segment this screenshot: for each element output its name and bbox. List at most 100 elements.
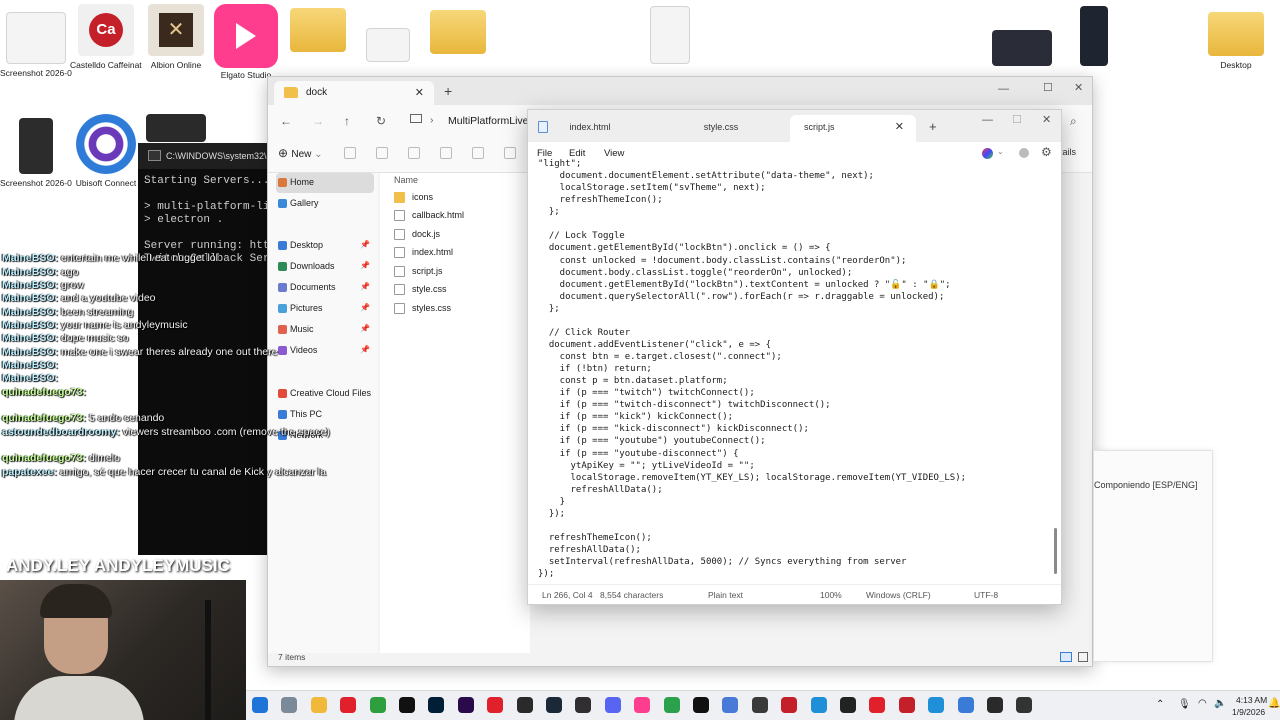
taskbar-start-icon[interactable] [252,697,268,713]
clock-date[interactable]: 1/9/2026 [1232,707,1265,717]
tab-script-js[interactable]: script.js ✕ [790,115,916,142]
folder-icon [394,192,405,203]
taskbar-epic-games-icon[interactable] [516,697,533,713]
notifications-icon[interactable]: 🔔 [1268,698,1280,709]
desktop-icon-albion-online[interactable]: ✕ Albion Online [140,4,212,70]
address-path[interactable]: › MultiPlatformLiveC [404,109,534,133]
chevron-down-icon[interactable]: ⌄ [997,147,1004,156]
screenshot-thumbnail-icon [6,12,66,64]
taskbar-obs-icon[interactable] [575,697,592,713]
share-icon[interactable] [472,147,484,159]
clock-time[interactable]: 4:13 AM [1236,695,1267,705]
delete-icon[interactable] [504,147,516,159]
paste-icon[interactable] [408,147,420,159]
file-item-style-css[interactable]: style.css [386,281,526,299]
search-icon[interactable]: ⌕ [1070,114,1077,129]
taskbar-elgato-icon[interactable] [634,697,651,713]
close-window-icon[interactable]: ✕ [1042,113,1051,126]
cut-icon[interactable] [344,147,356,159]
new-tab-icon[interactable]: + [929,119,937,134]
desktop-icon-screenshot[interactable]: Screenshot 2026-01 ... [0,12,72,78]
file-item-index-html[interactable]: index.html [386,244,526,262]
file-item-icons[interactable]: icons [386,189,526,207]
taskbar-app-icon[interactable] [722,697,739,713]
folder-icon [1208,12,1264,56]
maximize-icon[interactable]: ☐ [1043,81,1053,94]
tab-style-css[interactable]: style.css [658,115,784,142]
taskbar-capcut-icon[interactable] [399,697,415,713]
explorer-tab-dock[interactable]: dock ✕ [274,81,434,105]
taskbar-app3-icon[interactable] [840,697,856,713]
taskbar-app4-icon[interactable] [869,697,886,713]
file-item-dock-js[interactable]: dock.js [386,226,526,244]
desktop-icon-elgato-studio[interactable]: Elgato Studio [210,4,282,80]
up-icon[interactable]: ↑ [344,114,350,128]
forward-icon[interactable]: → [312,114,324,128]
microphone-icon[interactable]: 🎙 [1178,699,1191,710]
taskbar-discord-icon[interactable] [604,697,621,713]
taskbar-xbox-icon[interactable] [369,697,386,713]
taskbar-terminal-icon[interactable] [987,697,1003,713]
taskbar-photos-icon[interactable] [281,697,298,713]
new-button[interactable]: ⊕ New ⌄ [278,146,323,160]
file-item-styles-css[interactable]: styles.css [386,300,526,318]
close-tab-icon[interactable]: ✕ [415,86,424,99]
maximize-icon[interactable]: ☐ [1012,113,1022,126]
taskbar-app2-icon[interactable] [751,697,768,713]
code-editor[interactable]: "light"; document.documentElement.setAtt… [538,158,1053,582]
column-header-name[interactable]: Name [394,175,418,185]
terminal-titlebar[interactable]: C:\WINDOWS\system32\cmd.exe [138,143,272,169]
new-tab-icon[interactable]: + [444,83,452,99]
desktop-folder-1[interactable] [282,8,354,56]
nav-item-gallery[interactable]: Gallery [276,194,374,214]
taskbar-chrome-icon[interactable] [663,697,680,713]
taskbar-edge-icon[interactable] [810,697,827,713]
tiles-view-icon[interactable] [1078,652,1088,662]
desktop-icon-desktop-folder[interactable]: Desktop [1200,12,1272,70]
desktop-screenshot-3[interactable] [986,30,1058,70]
rename-icon[interactable] [440,147,452,159]
desktop-icon-castelldo[interactable]: Ca Castelldo Caffeinated [70,4,142,70]
taskbar-edge2-icon[interactable] [928,697,945,713]
taskbar-opera-icon[interactable] [340,697,357,713]
volume-icon[interactable]: 🔈 [1214,698,1226,709]
details-view-icon[interactable] [1060,652,1072,662]
settings-gear-icon[interactable]: ⚙ [1041,145,1052,159]
account-icon[interactable] [1019,148,1029,158]
desktop-icon-ubisoft[interactable]: Ubisoft Connect [70,114,142,188]
wifi-icon[interactable]: ◠ [1198,698,1207,709]
nav-label: Gallery [290,198,319,208]
tab-index-html[interactable]: index.html [528,115,652,142]
close-tab-icon[interactable]: ✕ [895,120,904,133]
taskbar-premiere-icon[interactable] [457,697,474,713]
taskbar-app5-icon[interactable] [1016,697,1033,713]
details-button[interactable]: tails [1060,147,1076,157]
minimize-icon[interactable]: — [998,83,1009,95]
desktop-file-2[interactable] [634,6,706,68]
taskbar-file-explorer-icon[interactable] [310,697,327,713]
taskbar-notepad-icon[interactable] [957,697,974,713]
notepad-window[interactable]: index.html style.css script.js ✕ + — ☐ ✕ … [527,109,1062,605]
taskbar-castelldo-icon[interactable] [898,697,915,713]
close-window-icon[interactable]: ✕ [1074,81,1083,94]
desktop-icon-screenshot-2[interactable]: Screenshot 2026-01 ... [0,118,72,188]
taskbar: ⌃ 🎙 ◠ 🔈 4:13 AM 1/9/2026 🔔 [246,690,1280,720]
desktop-folder-2[interactable] [422,10,494,58]
back-icon[interactable]: ← [280,114,292,128]
minimize-icon[interactable]: — [982,114,993,126]
desktop-file-1[interactable] [352,28,424,66]
file-item-callback-html[interactable]: callback.html [386,207,526,225]
copy-icon[interactable] [376,147,388,159]
file-item-script-js[interactable]: script.js [386,263,526,281]
taskbar-caffeinated-icon[interactable] [781,697,798,713]
nav-item-home[interactable]: Home [276,173,374,193]
desktop-icon-dark[interactable] [140,114,212,146]
taskbar-steam-icon[interactable] [546,697,562,713]
taskbar-photoshop-icon[interactable] [428,697,445,713]
taskbar-tiktok-icon[interactable] [693,697,709,713]
taskbar-media-icon[interactable] [487,697,504,713]
chevron-up-icon[interactable]: ⌃ [1156,699,1164,710]
vertical-scrollbar[interactable] [1054,528,1057,574]
refresh-icon[interactable]: ↻ [376,114,386,128]
desktop-screenshot-4[interactable] [1058,6,1130,70]
